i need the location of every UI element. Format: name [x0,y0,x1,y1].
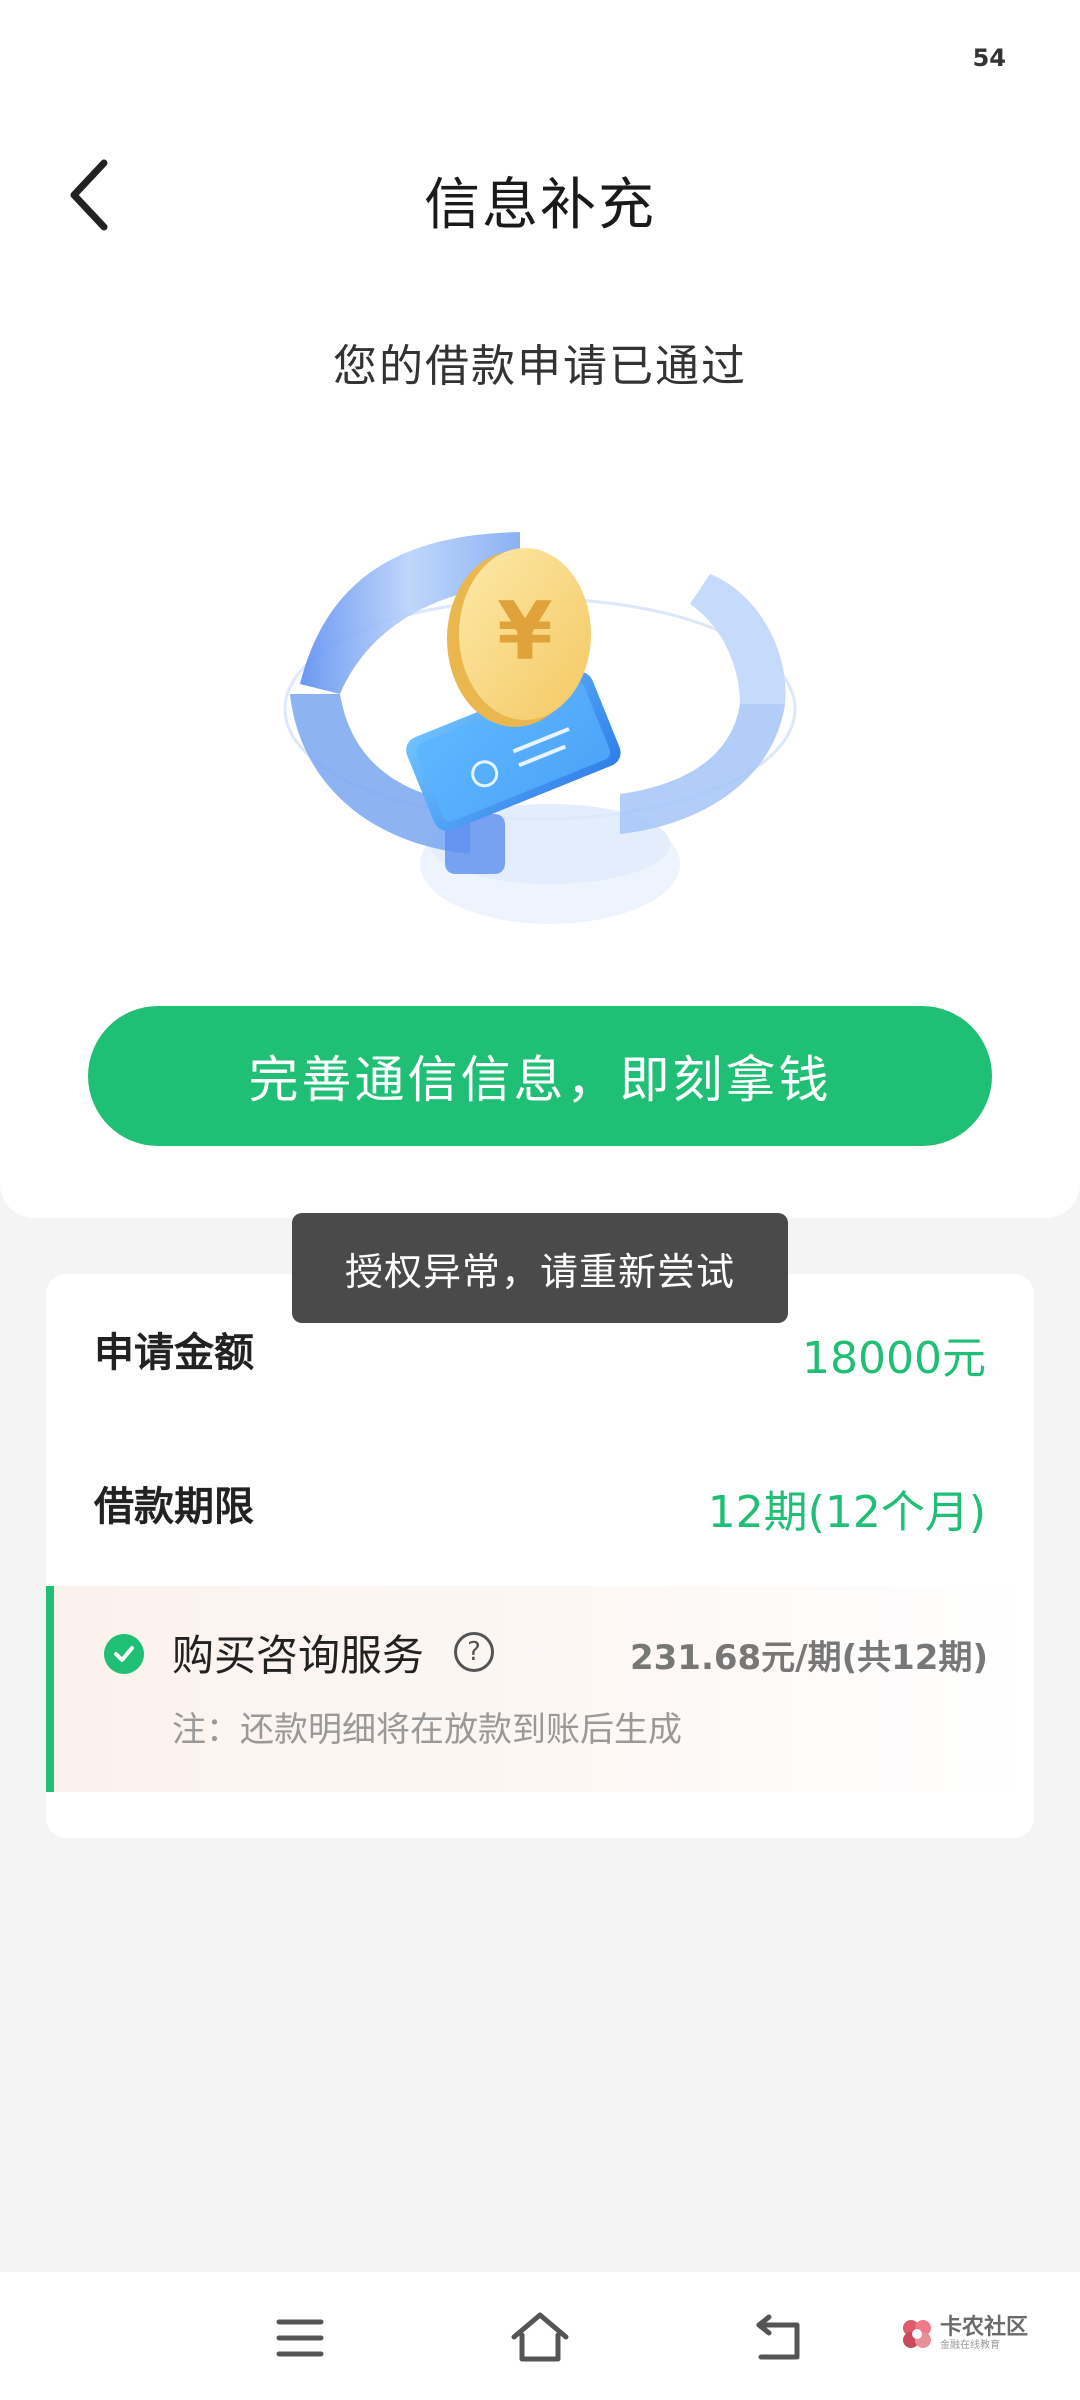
coin-phone-illustration: ¥ [283,532,797,924]
watermark: 卡农社区 金融在线教育 [900,2316,1028,2352]
approval-message: 您的借款申请已通过 [333,341,747,392]
amount-label: 申请金额 [94,1330,254,1376]
watermark-title: 卡农社区 [940,2315,1029,2340]
back-nav-button[interactable] [750,2308,810,2368]
error-toast: 授权异常，请重新尝试 [292,1213,788,1323]
home-icon [511,2312,569,2362]
menu-icon [276,2319,324,2357]
checkmark-icon [114,1646,134,1662]
approval-card: 您的借款申请已通过 ¥ 完善通信信息，即刻拿钱 [0,264,1080,1218]
service-price: 231.68元/期(共12期) [629,1638,988,1678]
navigation-bar: 信息补充 [0,120,1080,270]
home-button[interactable] [510,2308,570,2368]
watermark-subtitle: 金融在线教育 [940,2340,1000,2351]
page-title: 信息补充 [424,173,656,238]
amount-value: 18000元 [802,1333,986,1384]
battery-level: 54 [972,44,1006,72]
term-label: 借款期限 [94,1484,254,1530]
complete-info-button[interactable]: 完善通信信息，即刻拿钱 [88,1006,992,1146]
system-navigation-bar: 卡农社区 金融在线教育 [0,2272,1080,2400]
term-value: 12期(12个月) [707,1487,986,1538]
loan-info-card: 申请金额 18000元 借款期限 12期(12个月) 购买咨询服务 ? 231.… [46,1274,1034,1838]
question-circle-icon[interactable]: ? [454,1632,494,1672]
yuan-symbol: ¥ [497,585,553,678]
menu-button[interactable] [270,2308,330,2368]
service-label: 购买咨询服务 [172,1631,425,1680]
back-icon [756,2314,800,2360]
consulting-service-option[interactable]: 购买咨询服务 ? 231.68元/期(共12期) 注：还款明细将在放款到账后生成 [46,1586,1034,1792]
check-circle-icon[interactable] [104,1634,144,1674]
status-bar: 54 [0,0,1080,120]
watermark-logo-icon [903,2320,931,2348]
service-note: 注：还款明细将在放款到账后生成 [172,1710,682,1750]
